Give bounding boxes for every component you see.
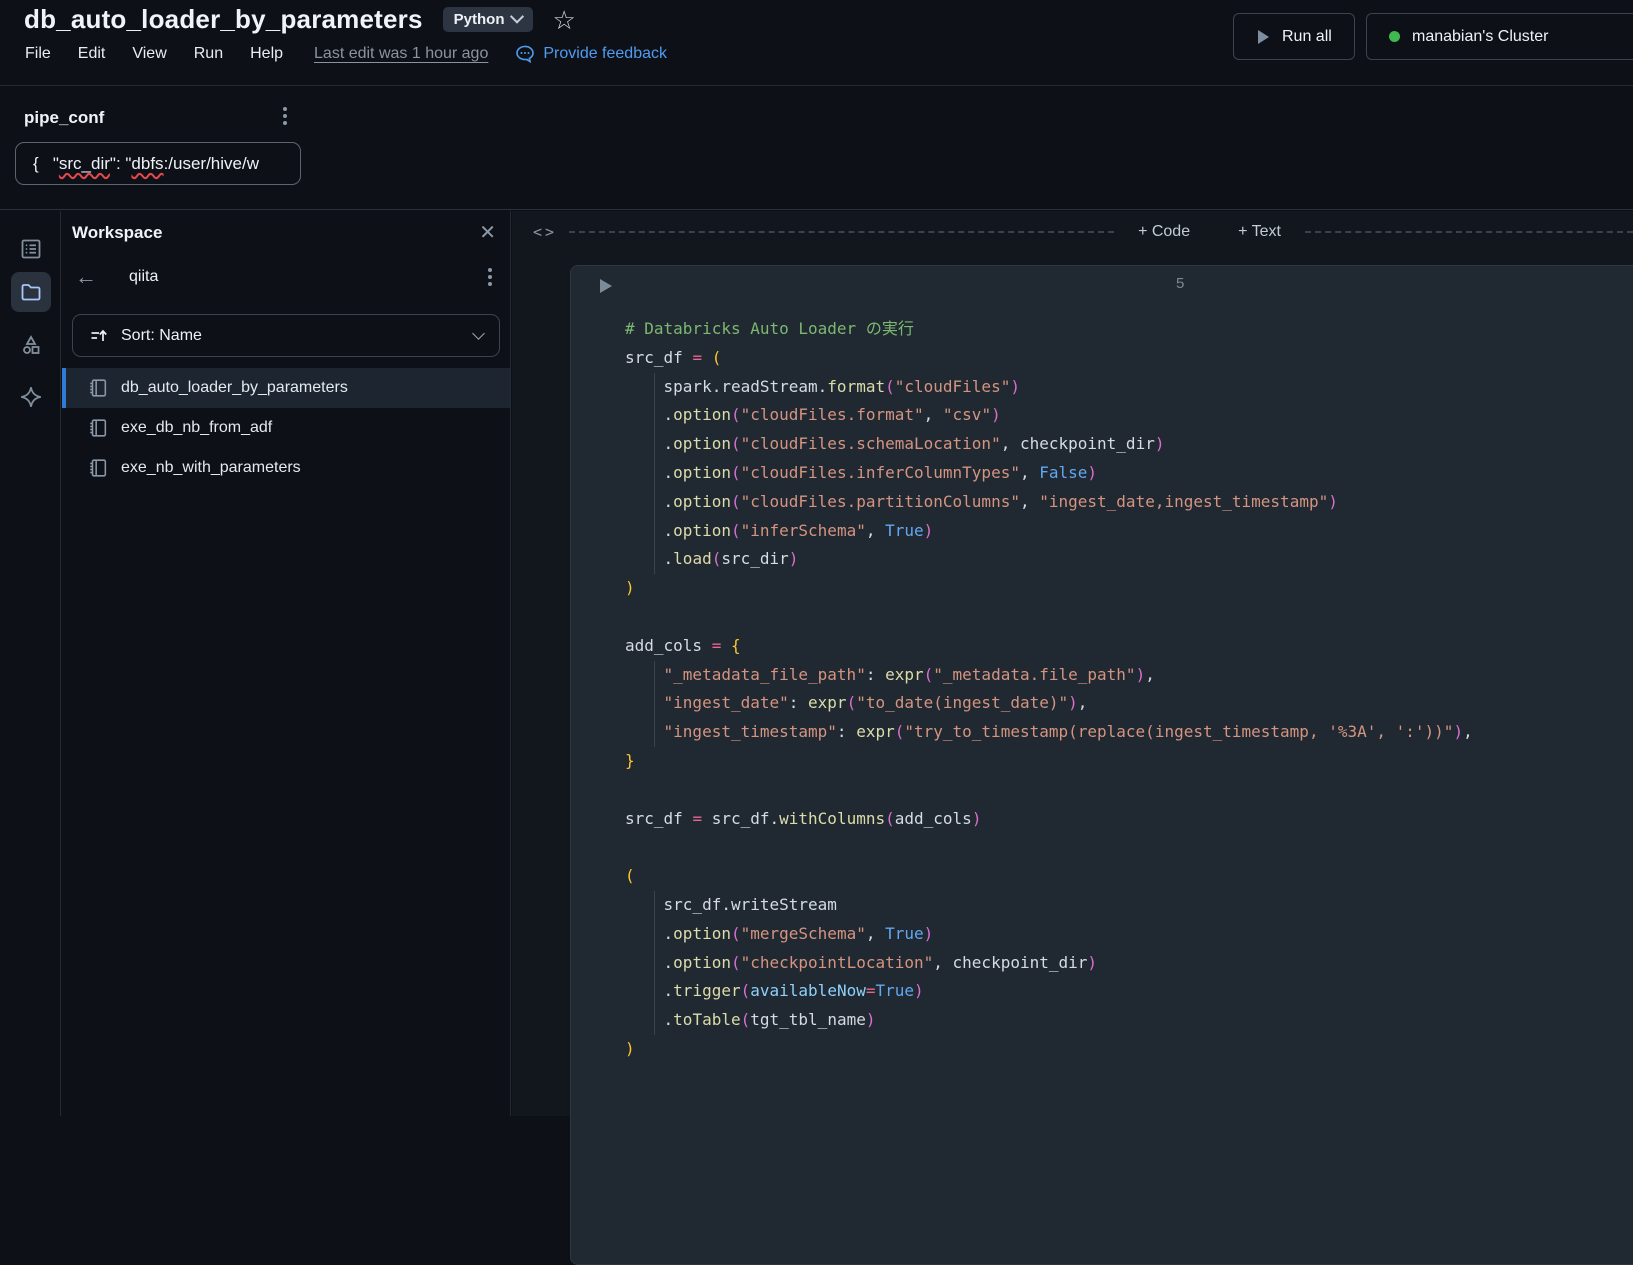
code-line: .option("inferSchema", True) bbox=[625, 520, 934, 540]
add-code-cell-button[interactable]: + Code bbox=[1138, 223, 1190, 241]
run-all-label: Run all bbox=[1282, 27, 1332, 45]
assistant-sparkle-icon[interactable] bbox=[11, 377, 51, 417]
workspace-folder-icon[interactable] bbox=[11, 272, 51, 312]
menu-run[interactable]: Run bbox=[194, 45, 223, 63]
widget-value-segment: src_dir bbox=[58, 153, 110, 173]
code-line: .option("cloudFiles.partitionColumns", "… bbox=[625, 491, 1338, 511]
main-content: Workspace ✕ ← qiita Sort: Name db_auto_l… bbox=[0, 211, 1633, 1265]
add-code-label: + Code bbox=[1138, 223, 1191, 240]
menu-view[interactable]: View bbox=[132, 45, 166, 63]
cluster-label: manabian's Cluster bbox=[1412, 27, 1549, 45]
code-line: ) bbox=[625, 578, 635, 598]
cluster-selector-button[interactable]: manabian's Cluster bbox=[1366, 13, 1633, 60]
cell-divider-dashes bbox=[1304, 231, 1633, 233]
code-line: "_metadata_file_path": expr("_metadata.f… bbox=[663, 664, 1155, 684]
code-line: add_cols = { bbox=[625, 635, 741, 655]
menu-file[interactable]: File bbox=[25, 45, 51, 63]
code-line: } bbox=[625, 750, 635, 770]
workspace-browser-panel: Workspace ✕ ← qiita Sort: Name db_auto_l… bbox=[61, 211, 511, 1116]
code-line: # Databricks Auto Loader の実行 bbox=[625, 319, 914, 338]
code-line: .trigger(availableNow=True) bbox=[625, 981, 924, 1001]
code-line: "ingest_date": expr("to_date(ingest_date… bbox=[663, 693, 1088, 713]
workflows-shapes-icon[interactable] bbox=[11, 325, 51, 365]
file-row[interactable]: exe_nb_with_parameters bbox=[62, 448, 510, 488]
last-edit-status[interactable]: Last edit was 1 hour ago bbox=[314, 45, 488, 63]
workspace-panel-title: Workspace bbox=[72, 223, 163, 242]
cluster-status-icon bbox=[1389, 31, 1400, 42]
code-editor-content[interactable]: # Databricks Auto Loader の実行 src_df = ( s… bbox=[625, 315, 1473, 1064]
notebook-file-icon bbox=[90, 459, 107, 477]
file-name-label: exe_db_nb_from_adf bbox=[121, 419, 273, 436]
chevron-down-icon bbox=[472, 327, 485, 340]
cell-number: 5 bbox=[1176, 275, 1185, 292]
code-line: src_df = ( bbox=[625, 347, 722, 367]
provide-feedback-link[interactable]: Provide feedback bbox=[515, 44, 667, 64]
code-line: .toTable(tgt_tbl_name) bbox=[625, 1010, 876, 1030]
code-line: spark.readStream.format("cloudFiles") bbox=[625, 376, 1020, 396]
close-panel-icon[interactable]: ✕ bbox=[479, 223, 496, 243]
code-line: ) bbox=[625, 1038, 635, 1058]
file-list: db_auto_loader_by_parameters exe_db_nb_fr… bbox=[62, 368, 510, 488]
chevron-down-icon bbox=[509, 9, 524, 24]
code-line: .option("mergeSchema", True) bbox=[625, 923, 934, 943]
language-label: Python bbox=[453, 11, 505, 28]
add-text-label: + Text bbox=[1238, 223, 1281, 240]
file-name-label: db_auto_loader_by_parameters bbox=[121, 379, 348, 396]
feedback-label: Provide feedback bbox=[543, 45, 667, 62]
code-line: .option("cloudFiles.schemaLocation", che… bbox=[625, 434, 1165, 454]
code-view-toggle-icon[interactable]: <> bbox=[533, 223, 557, 241]
favorite-star-icon[interactable]: ☆ bbox=[553, 7, 576, 33]
add-text-cell-button[interactable]: + Text bbox=[1238, 223, 1281, 241]
widget-value-segment: dbfs bbox=[131, 153, 164, 173]
notebook-title: db_auto_loader_by_parameters bbox=[24, 4, 423, 34]
code-line: .option("checkpointLocation", checkpoint… bbox=[625, 952, 1098, 972]
code-line: src_df.writeStream bbox=[625, 894, 837, 914]
code-line: "ingest_timestamp": expr("try_to_timesta… bbox=[663, 722, 1473, 742]
code-line: .option("cloudFiles.format", "csv") bbox=[625, 405, 1001, 425]
pipe-conf-input[interactable]: { " src_dir ": " dbfs:/user/hive/w bbox=[15, 142, 301, 185]
widget-value-segment: { " bbox=[33, 153, 59, 173]
code-line: src_df = src_df.withColumns(add_cols) bbox=[625, 808, 982, 828]
left-icon-rail bbox=[0, 211, 61, 1116]
widget-value-segment: :/user/hive/w bbox=[163, 153, 259, 173]
table-of-contents-icon[interactable] bbox=[11, 229, 51, 269]
language-selector[interactable]: Python bbox=[442, 7, 533, 32]
notebook-editor-area: <> + Code + Text 5 # Databricks Auto Loa… bbox=[512, 211, 1633, 1265]
play-icon bbox=[1258, 29, 1269, 44]
feedback-bubble-icon bbox=[516, 45, 535, 64]
run-all-button[interactable]: Run all bbox=[1233, 13, 1355, 60]
code-line: ( bbox=[625, 866, 635, 886]
notebook-file-icon bbox=[90, 419, 107, 437]
run-cell-play-icon[interactable] bbox=[595, 276, 615, 296]
widget-name-label: pipe_conf bbox=[24, 108, 105, 127]
code-cell[interactable]: 5 # Databricks Auto Loader の実行 src_df = (… bbox=[570, 265, 1633, 1265]
menu-help[interactable]: Help bbox=[250, 45, 283, 63]
code-line: .load(src_dir) bbox=[625, 549, 799, 569]
back-arrow-icon[interactable]: ← bbox=[75, 266, 97, 288]
code-line: .option("cloudFiles.inferColumnTypes", F… bbox=[625, 462, 1098, 482]
cell-divider-dashes bbox=[569, 231, 1115, 233]
file-row[interactable]: db_auto_loader_by_parameters bbox=[62, 368, 510, 408]
file-row[interactable]: exe_db_nb_from_adf bbox=[62, 408, 510, 448]
sort-label: Sort: Name bbox=[121, 326, 202, 344]
menu-edit[interactable]: Edit bbox=[78, 45, 106, 63]
sort-icon bbox=[91, 329, 107, 341]
widget-value-segment: ": " bbox=[109, 153, 132, 173]
file-name-label: exe_nb_with_parameters bbox=[121, 459, 301, 476]
notebook-header: db_auto_loader_by_parameters Python ☆ Fi… bbox=[0, 0, 1633, 86]
current-folder-label: qiita bbox=[129, 268, 159, 285]
folder-menu-kebab-icon[interactable] bbox=[484, 264, 496, 290]
widgets-bar: pipe_conf { " src_dir ": " dbfs:/user/hive/… bbox=[0, 87, 1633, 210]
sort-dropdown[interactable]: Sort: Name bbox=[72, 314, 500, 357]
widget-menu-kebab-icon[interactable] bbox=[279, 103, 291, 129]
notebook-file-icon bbox=[90, 379, 107, 397]
